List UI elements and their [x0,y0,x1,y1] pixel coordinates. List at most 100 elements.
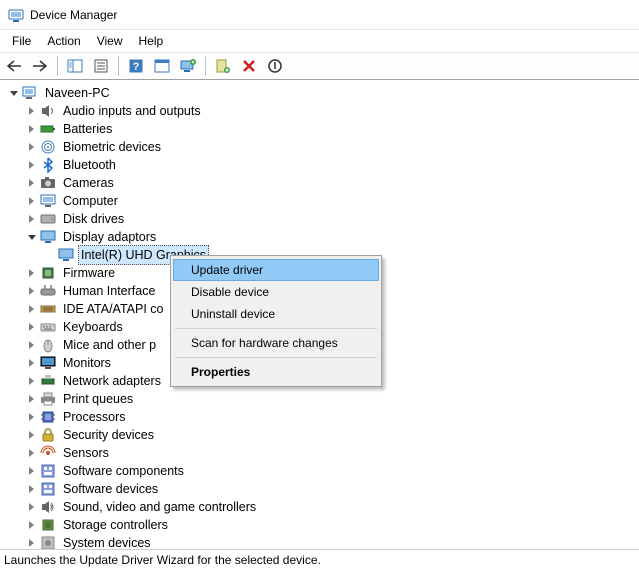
disable-device-button[interactable] [263,55,287,77]
tree-category-sound[interactable]: Sound, video and game controllers [6,498,639,516]
menu-action[interactable]: Action [39,32,88,50]
tree-category-bluetooth[interactable]: Bluetooth [6,156,639,174]
expand-arrow-icon[interactable] [24,410,38,424]
menu-file[interactable]: File [4,32,39,50]
expand-arrow-icon[interactable] [6,86,20,100]
tree-item-label: Security devices [60,426,157,444]
expand-arrow-icon[interactable] [24,212,38,226]
tree-item-label: Bluetooth [60,156,119,174]
sound-icon [40,499,56,515]
hid-icon [40,283,56,299]
expand-arrow-icon[interactable] [24,374,38,388]
tree-category-computer[interactable]: Computer [6,192,639,210]
expand-arrow-icon[interactable] [24,140,38,154]
mouse-icon [40,337,56,353]
computer-icon [40,193,56,209]
expand-arrow-icon[interactable] [24,104,38,118]
tree-item-label: System devices [60,534,154,549]
help-button[interactable]: ? [124,55,148,77]
chip-icon [40,265,56,281]
tree-category-display[interactable]: Display adaptors [6,228,639,246]
tree-category-software[interactable]: Software devices [6,480,639,498]
tree-category-camera[interactable]: Cameras [6,174,639,192]
tree-item-label: Display adaptors [60,228,159,246]
network-icon [40,373,56,389]
expand-arrow-icon[interactable] [24,392,38,406]
menu-bar: File Action View Help [0,30,639,52]
tree-category-system[interactable]: System devices [6,534,639,549]
ctx-uninstall-device[interactable]: Uninstall device [173,303,379,325]
tree-category-sensor[interactable]: Sensors [6,444,639,462]
tree-root[interactable]: Naveen-PC [6,84,639,102]
expand-arrow-icon[interactable] [24,338,38,352]
menu-view[interactable]: View [89,32,131,50]
expand-arrow-icon[interactable] [24,428,38,442]
tree-category-software[interactable]: Software components [6,462,639,480]
ctx-disable-device[interactable]: Disable device [173,281,379,303]
tree-item-label: Software components [60,462,187,480]
tree-item-label: Naveen-PC [42,84,113,102]
expand-arrow-icon[interactable] [24,464,38,478]
ctx-separator [175,357,377,358]
software-icon [40,463,56,479]
expand-arrow-icon[interactable] [24,320,38,334]
expand-arrow-icon[interactable] [24,518,38,532]
tree-item-label: Mice and other p [60,336,159,354]
tree-item-label: IDE ATA/ATAPI co [60,300,167,318]
scan-hardware-button[interactable] [211,55,235,77]
expand-arrow-icon[interactable] [24,482,38,496]
menu-help[interactable]: Help [131,32,172,50]
sensor-icon [40,445,56,461]
expand-arrow-icon[interactable] [24,230,38,244]
forward-button[interactable] [28,55,52,77]
disk-icon [40,211,56,227]
tree-category-fingerprint[interactable]: Biometric devices [6,138,639,156]
app-icon [8,7,24,23]
ctx-scan-hardware[interactable]: Scan for hardware changes [173,332,379,354]
tree-item-label: Cameras [60,174,117,192]
expand-arrow-icon[interactable] [24,356,38,370]
status-bar: Launches the Update Driver Wizard for th… [0,549,639,569]
expand-arrow-icon[interactable] [24,446,38,460]
title-bar: Device Manager [0,0,639,30]
expand-arrow-icon[interactable] [24,302,38,316]
tree-item-label: Monitors [60,354,114,372]
context-menu: Update driver Disable device Uninstall d… [170,255,382,387]
system-icon [40,535,56,549]
tree-category-printer[interactable]: Print queues [6,390,639,408]
back-button[interactable] [2,55,26,77]
tree-category-speaker[interactable]: Audio inputs and outputs [6,102,639,120]
security-icon [40,427,56,443]
ctx-properties[interactable]: Properties [173,361,379,383]
update-driver-button[interactable] [176,55,200,77]
tree-item-label: Human Interface [60,282,158,300]
ctx-update-driver[interactable]: Update driver [173,259,379,281]
expand-arrow-icon[interactable] [24,122,38,136]
expand-arrow-icon[interactable] [24,266,38,280]
tree-item-label: Print queues [60,390,136,408]
status-text: Launches the Update Driver Wizard for th… [4,553,321,567]
uninstall-device-button[interactable] [237,55,261,77]
expand-arrow-icon[interactable] [24,284,38,298]
expand-arrow-icon[interactable] [24,176,38,190]
software-icon [40,481,56,497]
speaker-icon [40,103,56,119]
toolbar-separator [57,56,58,76]
tree-item-label: Storage controllers [60,516,171,534]
tree-item-label: Sensors [60,444,112,462]
expand-arrow-icon[interactable] [24,536,38,549]
tree-category-cpu[interactable]: Processors [6,408,639,426]
view-button[interactable] [150,55,174,77]
tree-item-label: Biometric devices [60,138,164,156]
tree-item-label: Computer [60,192,121,210]
tree-category-disk[interactable]: Disk drives [6,210,639,228]
show-hide-tree-button[interactable] [63,55,87,77]
tree-category-security[interactable]: Security devices [6,426,639,444]
tree-category-storage[interactable]: Storage controllers [6,516,639,534]
camera-icon [40,175,56,191]
expand-arrow-icon[interactable] [24,194,38,208]
expand-arrow-icon[interactable] [24,158,38,172]
expand-arrow-icon[interactable] [24,500,38,514]
tree-category-battery[interactable]: Batteries [6,120,639,138]
properties-button[interactable] [89,55,113,77]
